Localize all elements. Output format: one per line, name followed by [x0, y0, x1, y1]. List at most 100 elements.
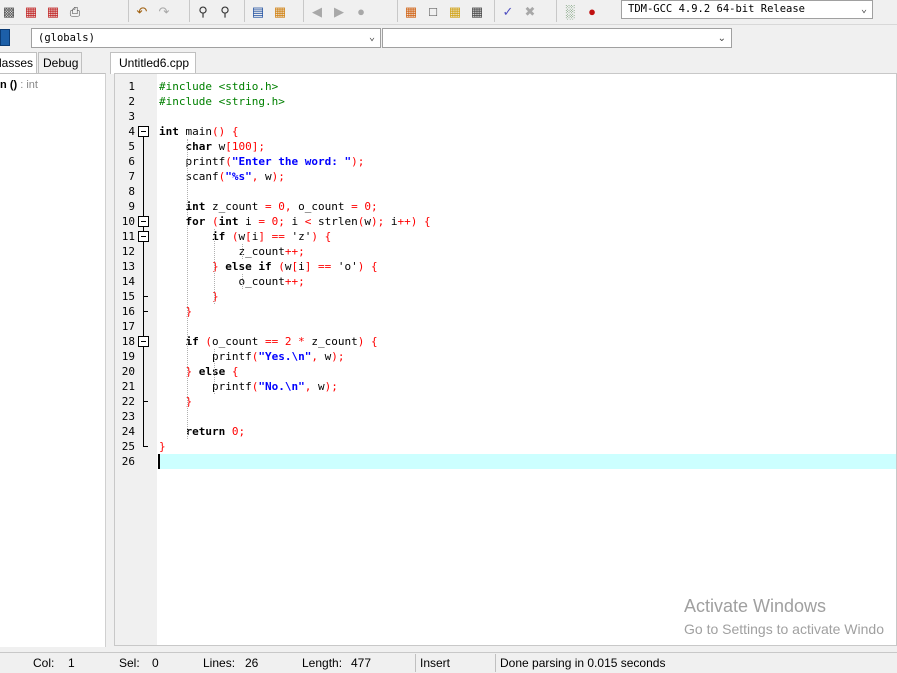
code-token: ];: [251, 140, 265, 153]
line-number: 11: [121, 230, 135, 243]
code-token: {: [423, 215, 431, 228]
code-token: w: [212, 140, 226, 153]
project-toolbar-group: ▦ □ ▦ ▦: [397, 0, 486, 22]
code-token: i: [284, 215, 305, 228]
undo-icon[interactable]: ↶: [133, 2, 151, 20]
abort-compile-icon[interactable]: ✖: [521, 2, 539, 20]
status-length-label: Length:: [302, 656, 343, 670]
fold-toggle-icon[interactable]: [138, 231, 149, 242]
code-token: 0: [278, 200, 285, 213]
find-icon[interactable]: ⚲: [194, 2, 212, 20]
code-area[interactable]: #include <stdio.h> #include <string.h> int…: [158, 74, 896, 645]
indent-guide: [214, 349, 216, 394]
next-tab-icon[interactable]: ▶: [330, 2, 348, 20]
fold-toggle-icon[interactable]: [138, 216, 149, 227]
code-line: #include <string.h>: [158, 94, 285, 109]
project-icon[interactable]: [0, 29, 10, 46]
chevron-down-icon: ⌄: [860, 4, 867, 15]
code-token: int: [185, 200, 206, 213]
scope-select[interactable]: (globals) ⌄: [31, 28, 381, 48]
project-options-icon[interactable]: ▦: [446, 2, 464, 20]
class-browser-icon[interactable]: ▦: [468, 2, 486, 20]
code-token: );: [324, 380, 338, 393]
line-number: 24: [121, 425, 135, 438]
stop-icon[interactable]: ●: [352, 2, 370, 20]
code-token: i: [298, 260, 305, 273]
status-length-value: 477: [351, 656, 372, 670]
profile-toolbar-group: ░ ●: [556, 0, 601, 22]
code-token: o_count: [212, 335, 265, 348]
tree-item-type: : int: [17, 79, 38, 91]
class-toolbar: (globals) ⌄ ⌄: [0, 24, 897, 50]
tab-debug[interactable]: Debug: [38, 52, 82, 73]
code-line: printf("Enter the word: ");: [158, 154, 364, 169]
code-token: 0: [231, 425, 239, 438]
profile-chart-icon[interactable]: ░: [561, 2, 579, 20]
tab-untitled6-cpp[interactable]: Untitled6.cpp: [110, 52, 196, 74]
tab-classes[interactable]: lasses: [0, 52, 37, 73]
compile-toolbar-group: ✓ ✖: [494, 0, 539, 22]
print-icon[interactable]: ⎙: [66, 2, 84, 20]
fold-toggle-icon[interactable]: [138, 336, 149, 347]
code-line: printf("No.\n", w);: [158, 379, 338, 394]
toggle-bookmark-icon[interactable]: ▤: [249, 2, 267, 20]
status-lines-label: Lines:: [203, 656, 236, 670]
file-toolbar-group: ▩ ▦ ▦ ⎙: [0, 0, 84, 22]
delete-profile-icon[interactable]: ●: [583, 2, 601, 20]
code-token: i: [384, 215, 398, 228]
code-token: (: [205, 335, 212, 348]
goto-line-icon[interactable]: ▦: [271, 2, 289, 20]
line-number: 14: [121, 275, 135, 288]
code-line: } else {: [158, 364, 239, 379]
fold-end-marker: [143, 296, 148, 297]
code-token: );: [331, 350, 345, 363]
search-toolbar-group: ⚲ ⚲: [189, 0, 234, 22]
syntax-check-icon[interactable]: ✓: [499, 2, 517, 20]
code-token: );: [271, 170, 285, 183]
code-token: char: [185, 140, 213, 153]
indent-guide: [241, 274, 243, 289]
status-col-value: 1: [68, 656, 75, 670]
close-all-icon[interactable]: ▦: [44, 2, 62, 20]
members-select[interactable]: ⌄: [382, 28, 732, 48]
code-token: int: [159, 125, 179, 138]
fold-toggle-icon[interactable]: [138, 126, 149, 137]
code-token: ++;: [284, 275, 305, 288]
code-editor[interactable]: 1 2 3 4 5 6 7 8 9 10 11 12 13 14 15 16 17 18 19 20 21 22 23 24 2…: [114, 73, 897, 646]
code-token: ++;: [284, 245, 305, 258]
replace-icon[interactable]: ⚲: [216, 2, 234, 20]
code-token: "Yes.\n": [258, 350, 312, 363]
line-number: 7: [128, 170, 135, 183]
code-token: {: [370, 335, 378, 348]
code-token: }: [159, 440, 166, 453]
code-line: [158, 454, 896, 469]
compiler-select-value: TDM-GCC 4.9.2 64-bit Release: [628, 3, 806, 15]
code-line: for (int i = 0; i < strlen(w); i++) {: [158, 214, 431, 229]
class-tree-item-main[interactable]: in () : int: [0, 79, 38, 91]
line-number: 18: [121, 335, 135, 348]
compiler-select[interactable]: TDM-GCC 4.9.2 64-bit Release ⌄: [621, 0, 873, 19]
save-all-icon[interactable]: ▩: [0, 2, 18, 20]
code-token: 'z': [284, 230, 312, 243]
code-token: w: [364, 215, 371, 228]
close-file-icon[interactable]: ▦: [22, 2, 40, 20]
code-token: o_count: [159, 275, 285, 288]
line-number: 16: [121, 305, 135, 318]
code-token: ;: [370, 200, 378, 213]
new-project-icon[interactable]: ▦: [402, 2, 420, 20]
redo-icon[interactable]: ↷: [155, 2, 173, 20]
code-token: ): [311, 230, 318, 243]
open-project-icon[interactable]: □: [424, 2, 442, 20]
previous-tab-icon[interactable]: ◀: [308, 2, 326, 20]
